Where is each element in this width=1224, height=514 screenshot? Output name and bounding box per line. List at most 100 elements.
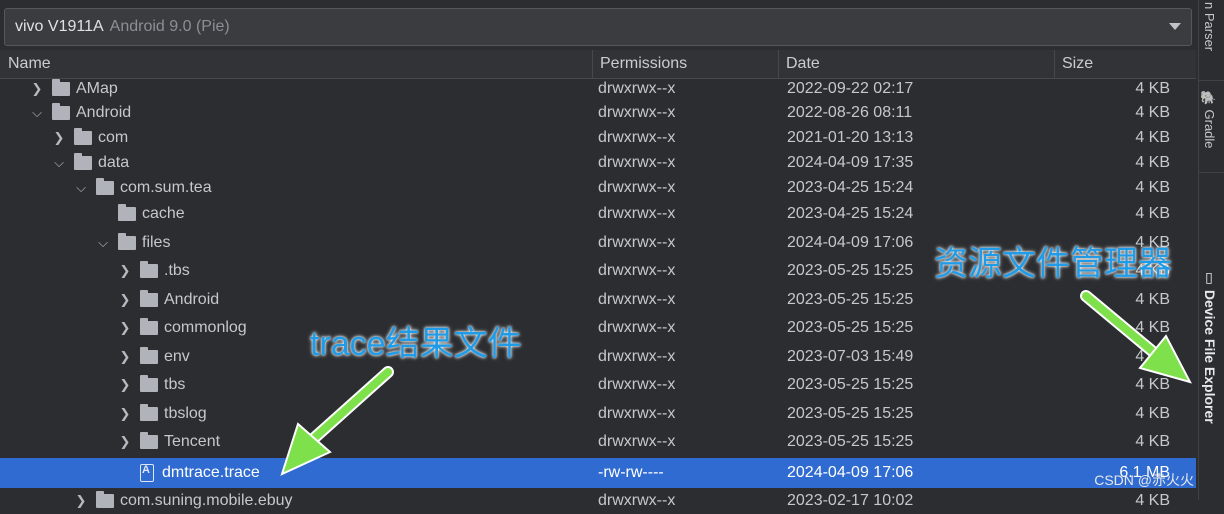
column-header-date[interactable]: Date — [778, 50, 1054, 78]
column-header-permissions[interactable]: Permissions — [592, 50, 778, 78]
device-icon: ▯ — [1202, 270, 1218, 286]
table-row[interactable]: ⌵ com.sum.tea drwxrwx--x 2023-04-25 15:24… — [0, 175, 1196, 200]
folder-icon — [96, 491, 114, 508]
table-row[interactable]: ⌵ data drwxrwx--x 2024-04-09 17:35 4 KB — [0, 150, 1196, 175]
chevron-down-icon[interactable]: ⌵ — [96, 235, 110, 251]
chevron-right-icon[interactable]: ❯ — [118, 406, 132, 422]
chevron-right-icon[interactable]: ❯ — [74, 493, 88, 509]
table-row[interactable]: ❯ Android drwxrwx--x 2023-05-25 15:25 4 K… — [0, 285, 1196, 314]
row-size: 4 KB — [1135, 319, 1170, 336]
trace-file-icon — [140, 464, 154, 482]
row-date: 2023-05-25 15:25 — [787, 376, 914, 393]
column-header-size[interactable]: Size — [1054, 50, 1196, 78]
row-name: tbslog — [164, 404, 207, 422]
row-size: 4 KB — [1135, 103, 1170, 121]
row-name: files — [142, 233, 171, 251]
row-name: Android — [76, 103, 132, 121]
gradle-tab[interactable]: 🐘 Gradle — [1202, 90, 1217, 149]
row-size: 4 KB — [1135, 128, 1170, 146]
row-size: 4 KB — [1135, 433, 1170, 450]
chevron-down-icon[interactable] — [1169, 23, 1181, 30]
folder-icon — [140, 261, 158, 278]
row-name: dmtrace.trace — [162, 464, 260, 481]
annotation-trace-result: trace结果文件 — [310, 325, 522, 363]
table-header: Name Permissions Date Size — [0, 50, 1196, 79]
row-permissions: drwxrwx--x — [598, 153, 676, 171]
row-permissions: drwxrwx--x — [598, 128, 676, 146]
row-name: tbs — [164, 376, 186, 393]
device-selector[interactable]: vivo V1911A Android 9.0 (Pie) — [4, 8, 1192, 46]
chevron-right-icon[interactable]: ❯ — [118, 377, 132, 393]
row-name: env — [164, 347, 190, 365]
folder-icon — [74, 152, 92, 170]
folder-icon — [96, 177, 114, 195]
row-permissions: -rw-rw---- — [598, 464, 664, 481]
row-date: 2024-04-09 17:35 — [787, 153, 914, 171]
row-date: 2024-04-09 17:06 — [787, 464, 914, 481]
row-date: 2023-05-25 15:25 — [787, 290, 914, 308]
row-size: 4 KB — [1135, 376, 1170, 393]
row-date: 2023-05-25 15:25 — [787, 319, 914, 336]
gradle-tab-label: Gradle — [1202, 109, 1217, 149]
folder-icon — [118, 204, 136, 221]
row-permissions: drwxrwx--x — [598, 178, 676, 196]
row-name: data — [98, 153, 130, 171]
row-date: 2024-04-09 17:06 — [787, 233, 914, 251]
chevron-right-icon[interactable]: ❯ — [118, 263, 132, 279]
table-row[interactable]: ❯ tbs drwxrwx--x 2023-05-25 15:25 4 KB — [0, 371, 1196, 399]
chevron-right-icon[interactable]: ❯ — [118, 292, 132, 308]
chevron-right-icon[interactable]: ❯ — [118, 349, 132, 365]
chevron-right-icon[interactable]: ❯ — [118, 320, 132, 336]
table-row[interactable]: ❯ env drwxrwx--x 2023-07-03 15:49 4 KB — [0, 342, 1196, 371]
chevron-down-icon[interactable]: ⌵ — [30, 105, 44, 121]
table-row[interactable]: ❯ Tencent drwxrwx--x 2023-05-25 15:25 4 K… — [0, 428, 1196, 456]
folder-icon — [140, 346, 158, 364]
table-row[interactable]: ❯ commonlog drwxrwx--x 2023-05-25 15:25 4… — [0, 314, 1196, 342]
elephant-icon: 🐘 — [1202, 90, 1217, 106]
chevron-down-icon[interactable]: ⌵ — [52, 155, 66, 171]
row-date: 2021-01-20 13:13 — [787, 128, 914, 146]
row-date: 2023-04-25 15:24 — [787, 205, 914, 222]
chevron-down-icon[interactable]: ⌵ — [74, 180, 88, 196]
row-permissions: drwxrwx--x — [598, 233, 676, 251]
folder-icon — [140, 289, 158, 307]
row-size: 4 KB — [1135, 290, 1170, 308]
row-permissions: drwxrwx--x — [598, 290, 676, 308]
folder-icon — [140, 375, 158, 392]
folder-icon — [52, 79, 70, 96]
row-permissions: drwxrwx--x — [598, 319, 676, 336]
row-name: Tencent — [164, 433, 221, 450]
row-date: 2023-05-25 15:25 — [787, 404, 914, 422]
row-permissions: drwxrwx--x — [598, 103, 676, 121]
folder-icon — [140, 432, 158, 449]
row-name: com.suning.mobile.ebuy — [120, 492, 293, 509]
csdn-watermark: CSDN @赤火火 — [1094, 472, 1194, 488]
json-parser-tab[interactable]: n Parser — [1202, 2, 1217, 51]
table-row[interactable]: ❯ tbslog drwxrwx--x 2023-05-25 15:25 4 KB — [0, 399, 1196, 428]
row-permissions: drwxrwx--x — [598, 347, 676, 365]
table-row[interactable]: ❯ com.suning.mobile.ebuy drwxrwx--x 2023-… — [0, 488, 1196, 514]
row-name: commonlog — [164, 319, 247, 336]
table-row[interactable]: ❯ com drwxrwx--x 2021-01-20 13:13 4 KB — [0, 125, 1196, 150]
table-row[interactable]: ❯ AMap drwxrwx--x 2022-09-22 02:17 4 KB — [0, 78, 1196, 100]
row-size: 4 KB — [1135, 347, 1170, 365]
row-permissions: drwxrwx--x — [598, 376, 676, 393]
chevron-right-icon[interactable]: ❯ — [30, 81, 44, 97]
column-header-name[interactable]: Name — [0, 50, 592, 78]
table-row[interactable]: cache drwxrwx--x 2023-04-25 15:24 4 KB — [0, 200, 1196, 228]
row-name: Android — [164, 290, 220, 308]
chevron-right-icon[interactable]: ❯ — [52, 130, 66, 146]
device-file-explorer-tab[interactable]: ▯ Device File Explorer — [1202, 270, 1218, 424]
table-row-selected[interactable]: dmtrace.trace -rw-rw---- 2024-04-09 17:0… — [0, 458, 1196, 488]
row-size: 4 KB — [1135, 153, 1170, 171]
row-name: AMap — [76, 80, 118, 97]
row-name: com.sum.tea — [120, 178, 212, 196]
row-size: 4 KB — [1135, 205, 1170, 222]
row-date: 2023-07-03 15:49 — [787, 347, 914, 365]
annotation-file-manager: 资源文件管理器 — [934, 245, 1172, 283]
chevron-right-icon[interactable]: ❯ — [118, 434, 132, 450]
table-row[interactable]: ⌵ Android drwxrwx--x 2022-08-26 08:11 4 K… — [0, 100, 1196, 125]
row-name: cache — [142, 205, 185, 222]
row-permissions: drwxrwx--x — [598, 80, 676, 97]
row-date: 2022-09-22 02:17 — [787, 80, 914, 97]
